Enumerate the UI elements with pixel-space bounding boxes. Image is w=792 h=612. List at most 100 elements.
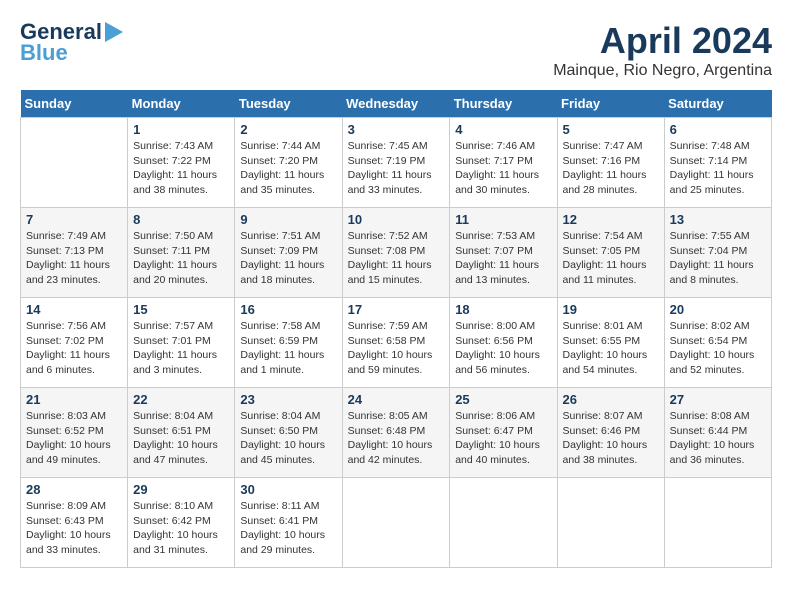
day-info: Sunrise: 7:56 AM Sunset: 7:02 PM Dayligh… (26, 319, 122, 378)
calendar-week-row: 7 Sunrise: 7:49 AM Sunset: 7:13 PM Daylig… (21, 208, 772, 298)
calendar-table: SundayMondayTuesdayWednesdayThursdayFrid… (20, 90, 772, 568)
day-number: 5 (563, 122, 659, 137)
day-of-week-header: Monday (128, 90, 235, 118)
day-number: 29 (133, 482, 229, 497)
calendar-cell: 1 Sunrise: 7:43 AM Sunset: 7:22 PM Daylig… (128, 118, 235, 208)
day-number: 20 (670, 302, 766, 317)
calendar-cell: 25Sunrise: 8:06 AM Sunset: 6:47 PM Dayli… (450, 388, 557, 478)
page-header: General Blue April 2024 Mainque, Rio Neg… (20, 20, 772, 80)
day-number: 6 (670, 122, 766, 137)
calendar-cell: 19 Sunrise: 8:01 AM Sunset: 6:55 PM Dayli… (557, 298, 664, 388)
day-info: Sunrise: 7:46 AM Sunset: 7:17 PM Dayligh… (455, 139, 551, 198)
calendar-cell (664, 478, 771, 568)
calendar-title: April 2024 (553, 20, 772, 62)
day-info: Sunrise: 7:47 AM Sunset: 7:16 PM Dayligh… (563, 139, 659, 198)
day-info: Sunrise: 7:49 AM Sunset: 7:13 PM Dayligh… (26, 229, 122, 288)
calendar-cell: 2Sunrise: 7:44 AM Sunset: 7:20 PM Daylig… (235, 118, 342, 208)
day-number: 30 (240, 482, 336, 497)
calendar-cell: 22 Sunrise: 8:04 AM Sunset: 6:51 PM Dayli… (128, 388, 235, 478)
day-number: 26 (563, 392, 659, 407)
day-info: Sunrise: 7:50 AM Sunset: 7:11 PM Dayligh… (133, 229, 229, 288)
calendar-week-row: 28 Sunrise: 8:09 AM Sunset: 6:43 PM Dayli… (21, 478, 772, 568)
day-of-week-header: Tuesday (235, 90, 342, 118)
day-number: 4 (455, 122, 551, 137)
calendar-cell: 15 Sunrise: 7:57 AM Sunset: 7:01 PM Dayli… (128, 298, 235, 388)
day-info: Sunrise: 8:05 AM Sunset: 6:48 PM Dayligh… (348, 409, 445, 468)
day-of-week-header: Sunday (21, 90, 128, 118)
day-of-week-header: Friday (557, 90, 664, 118)
day-number: 3 (348, 122, 445, 137)
day-number: 17 (348, 302, 445, 317)
title-block: April 2024 Mainque, Rio Negro, Argentina (553, 20, 772, 80)
day-number: 1 (133, 122, 229, 137)
logo: General Blue (20, 20, 123, 66)
day-number: 24 (348, 392, 445, 407)
day-info: Sunrise: 7:57 AM Sunset: 7:01 PM Dayligh… (133, 319, 229, 378)
calendar-cell: 26 Sunrise: 8:07 AM Sunset: 6:46 PM Dayli… (557, 388, 664, 478)
calendar-cell: 30Sunrise: 8:11 AM Sunset: 6:41 PM Dayli… (235, 478, 342, 568)
calendar-cell: 18 Sunrise: 8:00 AM Sunset: 6:56 PM Dayli… (450, 298, 557, 388)
day-number: 25 (455, 392, 551, 407)
day-number: 21 (26, 392, 122, 407)
day-number: 19 (563, 302, 659, 317)
day-number: 2 (240, 122, 336, 137)
calendar-cell: 14 Sunrise: 7:56 AM Sunset: 7:02 PM Dayli… (21, 298, 128, 388)
day-number: 16 (240, 302, 336, 317)
calendar-cell: 6 Sunrise: 7:48 AM Sunset: 7:14 PM Daylig… (664, 118, 771, 208)
day-number: 10 (348, 212, 445, 227)
day-info: Sunrise: 8:07 AM Sunset: 6:46 PM Dayligh… (563, 409, 659, 468)
day-info: Sunrise: 8:01 AM Sunset: 6:55 PM Dayligh… (563, 319, 659, 378)
day-number: 22 (133, 392, 229, 407)
day-number: 13 (670, 212, 766, 227)
calendar-cell: 23Sunrise: 8:04 AM Sunset: 6:50 PM Dayli… (235, 388, 342, 478)
calendar-cell: 24 Sunrise: 8:05 AM Sunset: 6:48 PM Dayli… (342, 388, 450, 478)
calendar-cell (21, 118, 128, 208)
logo-blue: Blue (20, 40, 68, 66)
day-info: Sunrise: 8:08 AM Sunset: 6:44 PM Dayligh… (670, 409, 766, 468)
calendar-cell: 29 Sunrise: 8:10 AM Sunset: 6:42 PM Dayli… (128, 478, 235, 568)
day-info: Sunrise: 7:59 AM Sunset: 6:58 PM Dayligh… (348, 319, 445, 378)
day-number: 8 (133, 212, 229, 227)
calendar-cell: 21 Sunrise: 8:03 AM Sunset: 6:52 PM Dayli… (21, 388, 128, 478)
calendar-header-row: SundayMondayTuesdayWednesdayThursdayFrid… (21, 90, 772, 118)
day-of-week-header: Thursday (450, 90, 557, 118)
calendar-cell (557, 478, 664, 568)
day-info: Sunrise: 7:53 AM Sunset: 7:07 PM Dayligh… (455, 229, 551, 288)
day-number: 15 (133, 302, 229, 317)
calendar-week-row: 14 Sunrise: 7:56 AM Sunset: 7:02 PM Dayli… (21, 298, 772, 388)
day-number: 27 (670, 392, 766, 407)
day-info: Sunrise: 7:48 AM Sunset: 7:14 PM Dayligh… (670, 139, 766, 198)
day-info: Sunrise: 7:43 AM Sunset: 7:22 PM Dayligh… (133, 139, 229, 198)
day-info: Sunrise: 7:52 AM Sunset: 7:08 PM Dayligh… (348, 229, 445, 288)
calendar-cell: 3 Sunrise: 7:45 AM Sunset: 7:19 PM Daylig… (342, 118, 450, 208)
calendar-cell: 16 Sunrise: 7:58 AM Sunset: 6:59 PM Dayli… (235, 298, 342, 388)
calendar-cell: 17 Sunrise: 7:59 AM Sunset: 6:58 PM Dayli… (342, 298, 450, 388)
day-info: Sunrise: 7:45 AM Sunset: 7:19 PM Dayligh… (348, 139, 445, 198)
day-number: 7 (26, 212, 122, 227)
day-number: 18 (455, 302, 551, 317)
calendar-cell: 20Sunrise: 8:02 AM Sunset: 6:54 PM Dayli… (664, 298, 771, 388)
calendar-cell: 13 Sunrise: 7:55 AM Sunset: 7:04 PM Dayli… (664, 208, 771, 298)
day-info: Sunrise: 8:04 AM Sunset: 6:51 PM Dayligh… (133, 409, 229, 468)
calendar-cell: 8 Sunrise: 7:50 AM Sunset: 7:11 PM Daylig… (128, 208, 235, 298)
calendar-week-row: 21 Sunrise: 8:03 AM Sunset: 6:52 PM Dayli… (21, 388, 772, 478)
calendar-subtitle: Mainque, Rio Negro, Argentina (553, 62, 772, 80)
calendar-cell: 7 Sunrise: 7:49 AM Sunset: 7:13 PM Daylig… (21, 208, 128, 298)
day-number: 14 (26, 302, 122, 317)
day-number: 28 (26, 482, 122, 497)
day-info: Sunrise: 7:54 AM Sunset: 7:05 PM Dayligh… (563, 229, 659, 288)
day-info: Sunrise: 8:00 AM Sunset: 6:56 PM Dayligh… (455, 319, 551, 378)
calendar-week-row: 1 Sunrise: 7:43 AM Sunset: 7:22 PM Daylig… (21, 118, 772, 208)
day-number: 23 (240, 392, 336, 407)
day-info: Sunrise: 8:03 AM Sunset: 6:52 PM Dayligh… (26, 409, 122, 468)
day-info: Sunrise: 8:09 AM Sunset: 6:43 PM Dayligh… (26, 499, 122, 558)
day-info: Sunrise: 7:55 AM Sunset: 7:04 PM Dayligh… (670, 229, 766, 288)
calendar-cell: 12 Sunrise: 7:54 AM Sunset: 7:05 PM Dayli… (557, 208, 664, 298)
calendar-cell (450, 478, 557, 568)
calendar-cell: 27 Sunrise: 8:08 AM Sunset: 6:44 PM Dayli… (664, 388, 771, 478)
calendar-cell: 28 Sunrise: 8:09 AM Sunset: 6:43 PM Dayli… (21, 478, 128, 568)
day-info: Sunrise: 8:10 AM Sunset: 6:42 PM Dayligh… (133, 499, 229, 558)
day-number: 12 (563, 212, 659, 227)
day-info: Sunrise: 7:58 AM Sunset: 6:59 PM Dayligh… (240, 319, 336, 378)
calendar-cell: 10 Sunrise: 7:52 AM Sunset: 7:08 PM Dayli… (342, 208, 450, 298)
